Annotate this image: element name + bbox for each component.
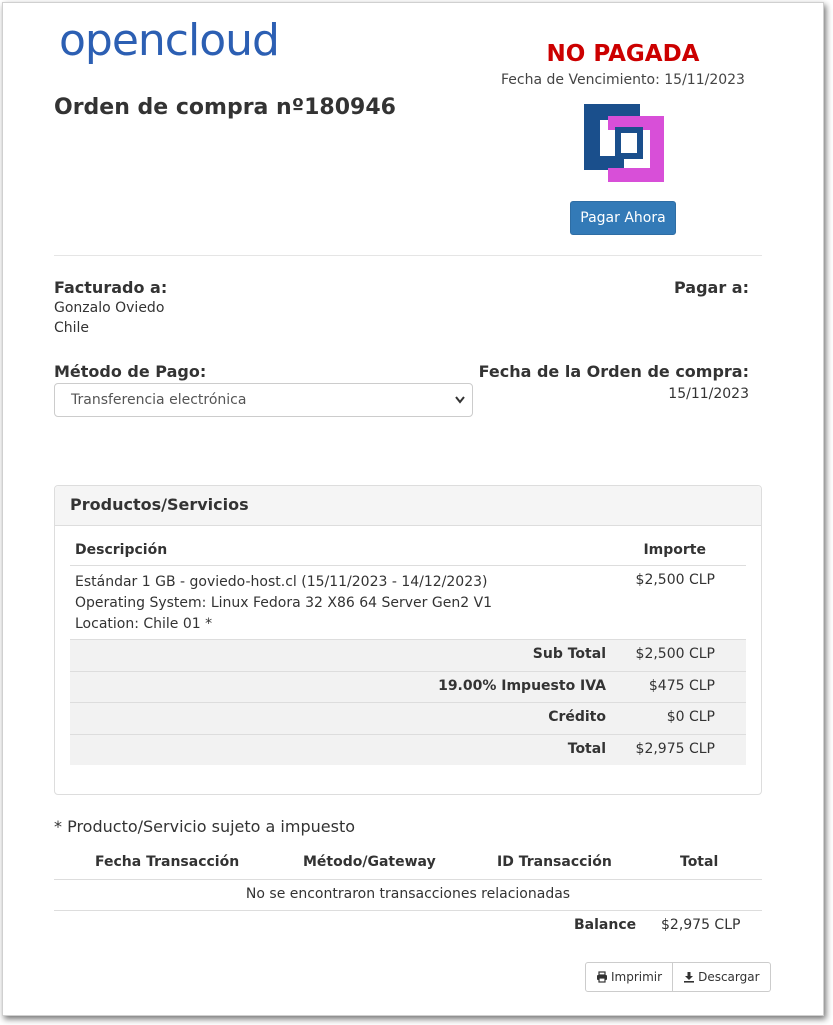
table-row: No se encontraron transacciones relacion… [54, 880, 762, 911]
invoice-page: opencloud Orden de compra nº180946 NO PA… [2, 2, 824, 1016]
item-description: Estándar 1 GB - goviedo-host.cl (15/11/2… [75, 572, 492, 635]
due-date: Fecha de Vencimiento: 15/11/2023 [501, 72, 745, 88]
table-header-row: Fecha Transacción Método/Gateway ID Tran… [54, 849, 762, 880]
products-panel: Productos/Servicios Descripción Importe … [54, 485, 762, 795]
summary-label: Sub Total [532, 646, 606, 662]
action-buttons: Imprimir Descargar [585, 962, 771, 992]
tax-note: * Producto/Servicio sujeto a impuesto [54, 817, 355, 836]
column-header-total: Total [680, 854, 719, 870]
empty-message: No se encontraron transacciones relacion… [245, 886, 571, 902]
billed-to-title: Facturado a: [54, 278, 168, 297]
order-date: 15/11/2023 [668, 386, 749, 402]
products-panel-title: Productos/Servicios [55, 486, 761, 526]
balance-value: $2,975 CLP [661, 917, 741, 933]
summary-label: 19.00% Impuesto IVA [438, 677, 606, 694]
summary-value: $2,975 CLP [635, 740, 715, 757]
brand-square-logo [584, 104, 664, 182]
balance-row: Balance $2,975 CLP [54, 911, 762, 942]
summary-label: Total [567, 740, 606, 757]
order-date-title: Fecha de la Orden de compra: [478, 362, 749, 381]
payment-method-select[interactable]: Transferencia electrónica [54, 383, 473, 417]
summary-label: Crédito [548, 709, 606, 725]
print-icon [597, 971, 607, 983]
summary-value: $0 CLP [666, 709, 715, 725]
products-table: Descripción Importe Estándar 1 GB - govi… [70, 538, 746, 765]
transactions-table: Fecha Transacción Método/Gateway ID Tran… [54, 849, 762, 942]
print-label: Imprimir [611, 970, 663, 984]
column-header-amount: Importe [643, 542, 706, 558]
payment-method-value: Transferencia electrónica [71, 392, 247, 408]
summary-row-credit: Crédito $0 CLP [70, 702, 746, 734]
item-line: Estándar 1 GB - goviedo-host.cl (15/11/2… [75, 574, 488, 590]
item-line: Location: Chile 01 * [75, 616, 213, 632]
item-line: Operating System: Linux Fedora 32 X86 64… [75, 595, 493, 611]
column-header-id: ID Transacción [497, 854, 612, 870]
column-header-description: Descripción [75, 542, 168, 558]
summary-row-tax: 19.00% Impuesto IVA $475 CLP [70, 670, 746, 702]
download-label: Descargar [698, 970, 760, 984]
download-icon [684, 972, 695, 983]
column-header-date: Fecha Transacción [95, 854, 240, 870]
opencloud-logo[interactable]: opencloud [59, 15, 280, 66]
table-row: Estándar 1 GB - goviedo-host.cl (15/11/2… [70, 566, 746, 639]
summary-value: $475 CLP [648, 677, 715, 694]
status-badge: NO PAGADA [546, 41, 700, 67]
chevron-down-icon [454, 384, 466, 429]
table-header-row: Descripción Importe [70, 538, 746, 566]
summary-value: $2,500 CLP [635, 646, 715, 662]
print-button[interactable]: Imprimir [585, 962, 674, 992]
page-title: Orden de compra nº180946 [54, 95, 396, 120]
payment-method-title: Método de Pago: [54, 362, 207, 381]
summary-row-subtotal: Sub Total $2,500 CLP [70, 639, 746, 671]
download-button[interactable]: Descargar [673, 962, 771, 992]
billed-country: Chile [54, 320, 90, 336]
pay-to-title: Pagar a: [674, 278, 749, 297]
column-header-method: Método/Gateway [303, 854, 436, 870]
balance-label: Balance [574, 917, 637, 933]
billed-name: Gonzalo Oviedo [54, 300, 165, 316]
pay-now-button[interactable]: Pagar Ahora [570, 201, 676, 235]
divider [54, 255, 762, 256]
summary-row-total: Total $2,975 CLP [70, 733, 746, 765]
item-amount: $2,500 CLP [635, 572, 715, 588]
